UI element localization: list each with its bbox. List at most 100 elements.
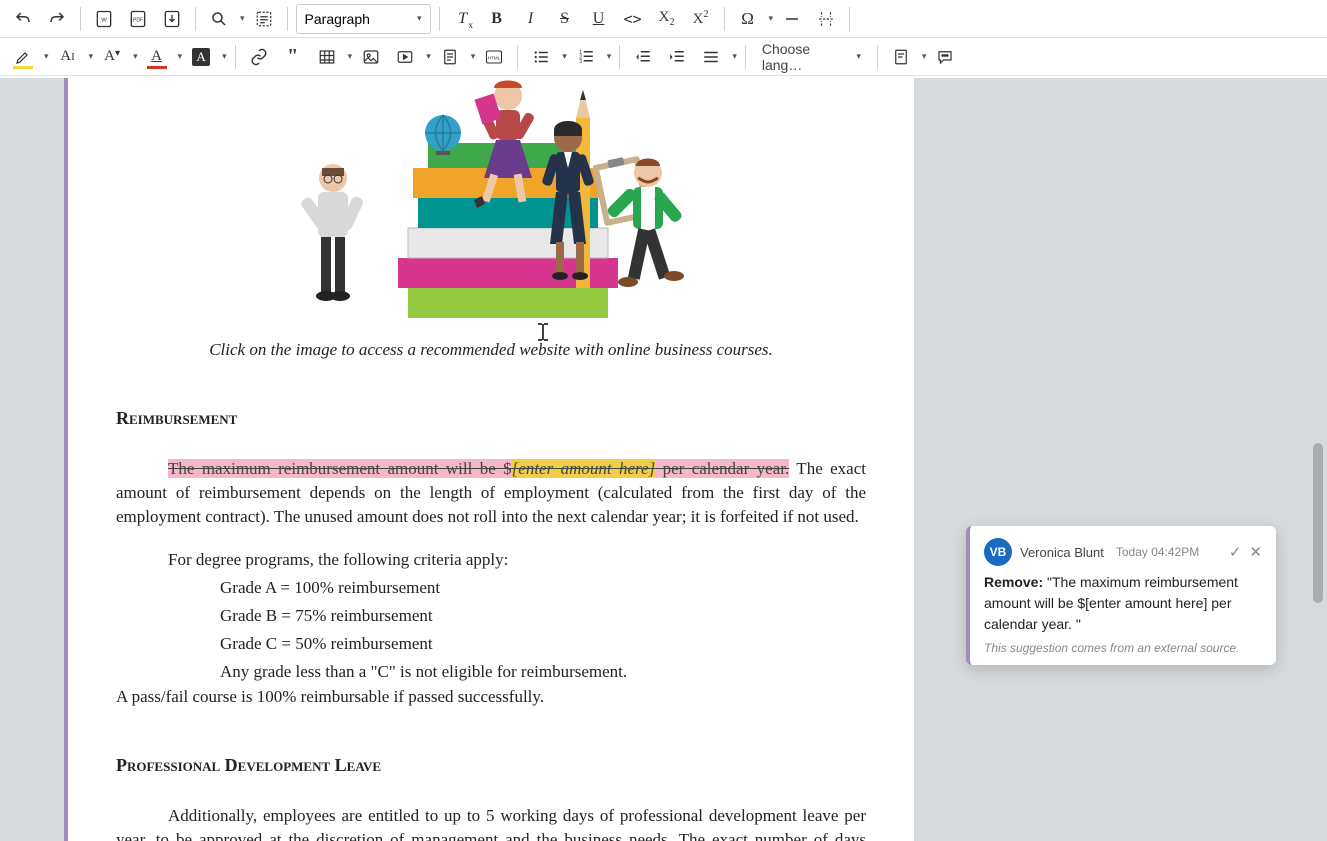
chevron-down-icon: ▾ — [856, 51, 861, 62]
subscript-button[interactable]: X2 — [652, 4, 682, 34]
chevron-down-icon[interactable]: ▾ — [240, 13, 245, 24]
criteria-grade-below: Any grade less than a "C" is not eligibl… — [220, 660, 866, 684]
chevron-down-icon[interactable]: ▾ — [44, 51, 49, 62]
font-size-button[interactable]: A▾ — [97, 42, 127, 72]
section-heading-reimbursement: Reimbursement — [116, 408, 866, 429]
toolbar-row-1: W PDF ▾ Paragraph ▾ Tx B I S U <> X2 X2 … — [0, 0, 1327, 38]
chevron-down-icon[interactable]: ▾ — [133, 51, 138, 62]
paragraph-prof-dev: Additionally, employees are entitled to … — [116, 804, 866, 841]
divider — [287, 7, 288, 31]
criteria-grade-b: Grade B = 75% reimbursement — [220, 604, 866, 628]
chevron-down-icon[interactable]: ▾ — [89, 51, 94, 62]
strikethrough-button[interactable]: S — [550, 4, 580, 34]
special-char-button[interactable]: Ω — [733, 4, 763, 34]
select-all-button[interactable] — [249, 4, 279, 34]
bold-button[interactable]: B — [482, 4, 512, 34]
comment-button[interactable] — [930, 42, 960, 72]
template-button[interactable] — [435, 42, 465, 72]
export-pdf-button[interactable]: PDF — [123, 4, 153, 34]
svg-text:HTML: HTML — [488, 55, 501, 60]
reject-suggestion-button[interactable]: ✕ — [1249, 543, 1262, 561]
chevron-down-icon[interactable]: ▾ — [222, 51, 227, 62]
svg-text:3: 3 — [579, 59, 582, 65]
section-heading-prof-dev: Professional Development Leave — [116, 755, 866, 776]
tracked-deletion[interactable]: The maximum reimbursement amount will be… — [168, 459, 789, 478]
indent-button[interactable] — [662, 42, 692, 72]
media-button[interactable] — [390, 42, 420, 72]
superscript-button[interactable]: X2 — [686, 4, 716, 34]
chevron-down-icon[interactable]: ▾ — [769, 13, 774, 24]
image-caption: Click on the image to access a recommend… — [116, 340, 866, 360]
clear-formatting-button[interactable]: Tx — [448, 4, 478, 34]
blockquote-button[interactable]: " — [278, 42, 308, 72]
comment-body: Remove: "The maximum reimbursement amoun… — [984, 572, 1262, 635]
divider — [619, 45, 620, 69]
divider — [745, 45, 746, 69]
chevron-down-icon: ▾ — [417, 13, 422, 24]
page-break-button[interactable] — [811, 4, 841, 34]
toolbar-row-2: ▾ AI ▾ A▾ ▾ A ▾ A ▾ " ▾ ▾ ▾ HTML ▾ 123 ▾… — [0, 38, 1327, 76]
link-button[interactable] — [244, 42, 274, 72]
chevron-down-icon[interactable]: ▾ — [348, 51, 353, 62]
divider — [724, 7, 725, 31]
language-select-label: Choose lang… — [762, 41, 854, 73]
style-select-label: Paragraph — [305, 11, 370, 27]
divider — [235, 45, 236, 69]
undo-button[interactable] — [8, 4, 38, 34]
highlight-button[interactable] — [8, 42, 38, 72]
background-color-button[interactable]: A — [186, 42, 216, 72]
chevron-down-icon[interactable]: ▾ — [607, 51, 612, 62]
track-changes-button[interactable] — [886, 42, 916, 72]
avatar: VB — [984, 538, 1012, 566]
chevron-down-icon[interactable]: ▾ — [426, 51, 431, 62]
font-case-button[interactable]: AI — [53, 42, 83, 72]
font-color-button[interactable]: A — [142, 42, 172, 72]
pass-fail-note: A pass/fail course is 100% reimbursable … — [116, 687, 866, 707]
divider — [517, 45, 518, 69]
chevron-down-icon[interactable]: ▾ — [471, 51, 476, 62]
editor-workspace: Click on the image to access a recommend… — [0, 78, 1327, 841]
criteria-grade-a: Grade A = 100% reimbursement — [220, 576, 866, 600]
divider — [195, 7, 196, 31]
align-button[interactable] — [696, 42, 726, 72]
horizontal-rule-button[interactable] — [777, 4, 807, 34]
svg-text:PDF: PDF — [133, 17, 143, 23]
comment-author: Veronica Blunt — [1020, 545, 1104, 560]
divider — [80, 7, 81, 31]
table-button[interactable] — [312, 42, 342, 72]
chevron-down-icon[interactable]: ▾ — [562, 51, 567, 62]
document-page[interactable]: Click on the image to access a recommend… — [64, 78, 914, 841]
comment-source-note: This suggestion comes from an external s… — [984, 641, 1262, 655]
divider — [877, 45, 878, 69]
scrollbar-track[interactable] — [1311, 88, 1325, 831]
image-button[interactable] — [356, 42, 386, 72]
redo-button[interactable] — [42, 4, 72, 34]
criteria-grade-c: Grade C = 50% reimbursement — [220, 632, 866, 656]
html-embed-button[interactable]: HTML — [479, 42, 509, 72]
accept-suggestion-button[interactable]: ✓ — [1229, 543, 1242, 561]
document-image[interactable] — [278, 78, 704, 332]
find-replace-button[interactable] — [204, 4, 234, 34]
bullet-list-button[interactable] — [526, 42, 556, 72]
outdent-button[interactable] — [628, 42, 658, 72]
italic-button[interactable]: I — [516, 4, 546, 34]
divider — [439, 7, 440, 31]
comment-time: Today 04:42PM — [1116, 545, 1199, 559]
svg-text:W: W — [101, 17, 107, 23]
chevron-down-icon[interactable]: ▾ — [178, 51, 183, 62]
underline-button[interactable]: U — [584, 4, 614, 34]
numbered-list-button[interactable]: 123 — [571, 42, 601, 72]
scrollbar-thumb[interactable] — [1313, 443, 1323, 603]
divider — [849, 7, 850, 31]
paragraph-reimbursement: The maximum reimbursement amount will be… — [116, 457, 866, 528]
comment-card[interactable]: VB Veronica Blunt Today 04:42PM ✓ ✕ Remo… — [966, 526, 1276, 665]
chevron-down-icon[interactable]: ▾ — [732, 51, 737, 62]
import-docx-button[interactable] — [157, 4, 187, 34]
paragraph-style-select[interactable]: Paragraph ▾ — [296, 4, 431, 34]
comment-header: VB Veronica Blunt Today 04:42PM ✓ ✕ — [984, 538, 1262, 566]
export-docx-button[interactable]: W — [89, 4, 119, 34]
language-select[interactable]: Choose lang… ▾ — [754, 42, 869, 72]
criteria-intro: For degree programs, the following crite… — [168, 548, 866, 572]
chevron-down-icon[interactable]: ▾ — [922, 51, 927, 62]
code-button[interactable]: <> — [618, 4, 648, 34]
